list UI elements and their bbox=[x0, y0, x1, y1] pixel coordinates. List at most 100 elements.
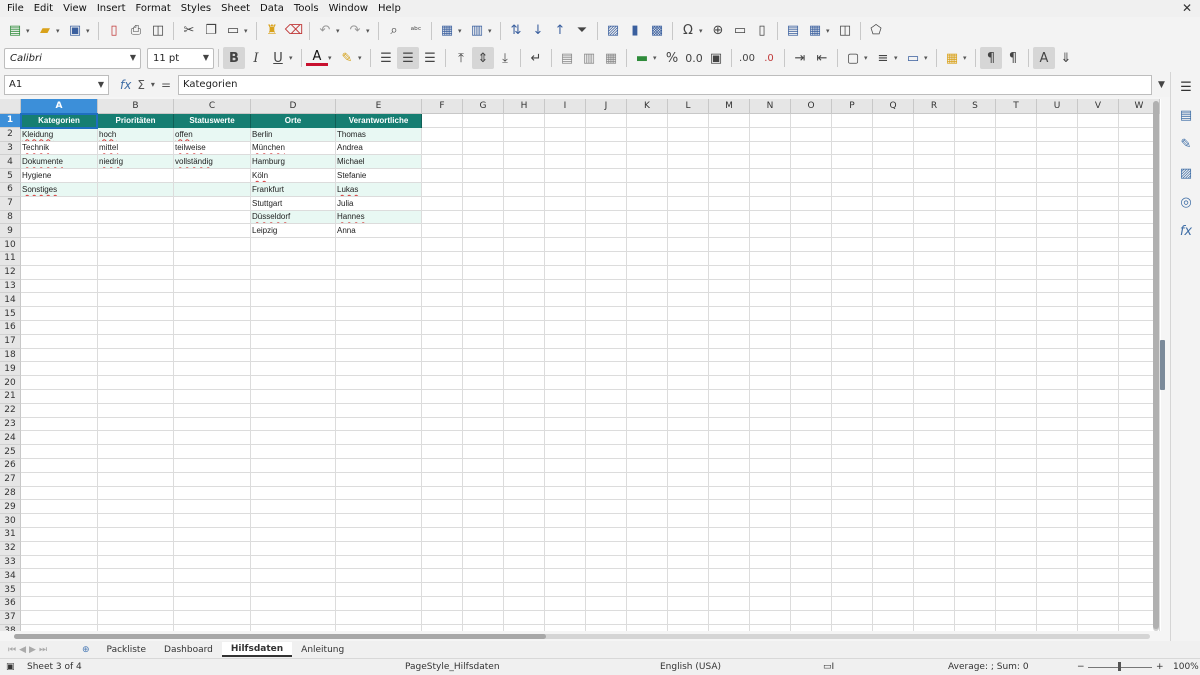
gallery-icon[interactable]: ▨ bbox=[1177, 164, 1195, 182]
table-cell[interactable]: hoch bbox=[98, 127, 173, 141]
sidebar-splitter-handle[interactable] bbox=[1160, 340, 1165, 390]
table-cell[interactable]: München bbox=[251, 142, 335, 155]
table-cell[interactable]: Frankfurt bbox=[251, 183, 335, 196]
selection-mode-icon[interactable]: ▭I bbox=[823, 662, 834, 672]
align-center-icon[interactable]: ☰ bbox=[397, 47, 419, 69]
row-header-3[interactable]: 3 bbox=[0, 141, 21, 156]
horizontal-scrollbar[interactable] bbox=[14, 634, 1150, 639]
hyperlink-icon[interactable]: ⊕ bbox=[707, 20, 729, 42]
table-cell[interactable]: Sonstiges bbox=[21, 183, 97, 196]
column-header-k[interactable]: K bbox=[627, 99, 668, 114]
italic-icon[interactable]: I bbox=[245, 47, 267, 69]
vertical-scrollbar[interactable] bbox=[1153, 101, 1159, 631]
row-header-36[interactable]: 36 bbox=[0, 597, 21, 611]
column-header-c[interactable]: C bbox=[174, 99, 251, 114]
menu-item-insert[interactable]: Insert bbox=[92, 0, 131, 17]
column-header-d[interactable]: D bbox=[251, 99, 336, 114]
select-all-corner[interactable] bbox=[0, 99, 21, 114]
number-format-icon[interactable]: 0.0 bbox=[683, 47, 705, 69]
save-icon[interactable]: ▣ bbox=[64, 20, 86, 42]
conditional-format-icon[interactable]: ▦ bbox=[941, 47, 963, 69]
align-right-icon[interactable]: ☰ bbox=[419, 47, 441, 69]
chevron-down-icon[interactable]: ▼ bbox=[98, 80, 104, 89]
row-header-37[interactable]: 37 bbox=[0, 610, 21, 625]
underline-dropdown-icon[interactable]: ▾ bbox=[289, 54, 297, 62]
row-header-12[interactable]: 12 bbox=[0, 265, 21, 280]
menu-item-file[interactable]: File bbox=[2, 0, 29, 17]
paste-dropdown-icon[interactable]: ▾ bbox=[244, 27, 252, 35]
horizontal-scroll-thumb[interactable] bbox=[14, 634, 546, 639]
table-cell[interactable]: Technik bbox=[21, 142, 97, 155]
row-header-23[interactable]: 23 bbox=[0, 417, 21, 432]
row-header-11[interactable]: 11 bbox=[0, 252, 21, 266]
underline-icon[interactable]: U bbox=[267, 47, 289, 69]
text-vertical-icon[interactable]: ⇓ bbox=[1055, 47, 1077, 69]
percent-format-icon[interactable]: % bbox=[661, 47, 683, 69]
row-icon[interactable]: ▦ bbox=[436, 20, 458, 42]
table-cell[interactable]: Leipzig bbox=[251, 224, 335, 237]
expand-formula-bar-icon[interactable]: ▼ bbox=[1158, 80, 1165, 90]
page-style[interactable]: PageStyle_Hilfsdaten bbox=[405, 662, 500, 672]
sort-ascending-icon[interactable]: ↓ bbox=[527, 20, 549, 42]
table-cell[interactable]: Anna bbox=[336, 224, 421, 237]
column-header-o[interactable]: O bbox=[791, 99, 832, 114]
export-pdf-icon[interactable]: ▯ bbox=[103, 20, 125, 42]
show-draw-functions-icon[interactable]: ⬠ bbox=[865, 20, 887, 42]
table-cell[interactable]: teilweise bbox=[174, 142, 250, 155]
row-header-10[interactable]: 10 bbox=[0, 238, 21, 252]
row-header-33[interactable]: 33 bbox=[0, 555, 21, 570]
zoom-in-icon[interactable]: + bbox=[1156, 662, 1164, 672]
row-header-15[interactable]: 15 bbox=[0, 307, 21, 321]
table-cell[interactable]: offen bbox=[174, 127, 250, 141]
table-cell[interactable] bbox=[174, 211, 250, 224]
menu-item-window[interactable]: Window bbox=[324, 0, 373, 17]
row-header-30[interactable]: 30 bbox=[0, 514, 21, 528]
table-cell[interactable] bbox=[174, 169, 250, 182]
table-cell[interactable]: niedrig bbox=[98, 155, 173, 169]
row-header-8[interactable]: 8 bbox=[0, 210, 21, 225]
spreadsheet-grid[interactable]: A B C D E F G H I J K L M N O P Q R S T U V W 1 2 3 4 5 6 7 8 9 10 11 12 13… bbox=[0, 99, 1161, 631]
first-sheet-icon[interactable]: ⏮ bbox=[8, 645, 16, 655]
add-decimal-icon[interactable]: .00 bbox=[736, 47, 758, 69]
table-cell[interactable]: Kleidung bbox=[21, 127, 97, 141]
row-header-6[interactable]: 6 bbox=[0, 183, 21, 197]
row-header-24[interactable]: 24 bbox=[0, 431, 21, 446]
print-icon[interactable]: ⎙ bbox=[125, 20, 147, 42]
menu-item-tools[interactable]: Tools bbox=[289, 0, 324, 17]
table-cell[interactable]: Lukas bbox=[336, 183, 421, 196]
column-header-t[interactable]: T bbox=[996, 99, 1037, 114]
table-cell[interactable] bbox=[98, 183, 173, 196]
zoom-slider-knob[interactable] bbox=[1118, 662, 1121, 671]
comment-icon[interactable]: ▭ bbox=[729, 20, 751, 42]
borders-dropdown-icon[interactable]: ▾ bbox=[864, 54, 872, 62]
row-header-16[interactable]: 16 bbox=[0, 321, 21, 335]
column-header-q[interactable]: Q bbox=[873, 99, 914, 114]
menu-item-edit[interactable]: Edit bbox=[29, 0, 58, 17]
pivot-table-icon[interactable]: ▩ bbox=[646, 20, 668, 42]
table-cell[interactable]: mittel bbox=[98, 142, 173, 155]
header-cell[interactable]: Orte bbox=[251, 114, 336, 128]
unmerge-cells-icon[interactable]: ▦ bbox=[600, 47, 622, 69]
row-header-17[interactable]: 17 bbox=[0, 334, 21, 349]
menu-item-styles[interactable]: Styles bbox=[176, 0, 216, 17]
undo-icon[interactable]: ↶ bbox=[314, 20, 336, 42]
clear-formatting-icon[interactable]: ⌫ bbox=[283, 20, 305, 42]
language[interactable]: English (USA) bbox=[660, 662, 721, 672]
font-size-box[interactable]: 11 pt ▼ bbox=[147, 47, 214, 69]
styles-icon[interactable]: ✎ bbox=[1177, 135, 1195, 153]
chevron-down-icon[interactable]: ▼ bbox=[203, 53, 209, 62]
row-header-7[interactable]: 7 bbox=[0, 196, 21, 211]
special-character-dropdown-icon[interactable]: ▾ bbox=[699, 27, 707, 35]
column-header-s[interactable]: S bbox=[955, 99, 996, 114]
column-header-f[interactable]: F bbox=[422, 99, 463, 114]
clone-formatting-icon[interactable]: ♜ bbox=[261, 20, 283, 42]
close-document-icon[interactable]: ✕ bbox=[1182, 0, 1192, 17]
row-header-9[interactable]: 9 bbox=[0, 224, 21, 239]
align-bottom-icon[interactable]: ⤓ bbox=[494, 47, 516, 69]
table-cell[interactable]: vollständig bbox=[174, 155, 250, 169]
row-header-4[interactable]: 4 bbox=[0, 155, 21, 170]
row-header-14[interactable]: 14 bbox=[0, 293, 21, 308]
row-header-22[interactable]: 22 bbox=[0, 403, 21, 418]
table-cell[interactable] bbox=[98, 169, 173, 182]
split-window-icon[interactable]: ◫ bbox=[834, 20, 856, 42]
